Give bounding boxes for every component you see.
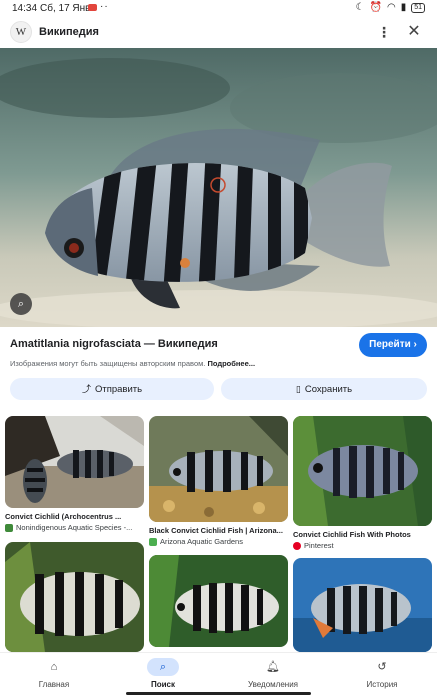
bookmark-icon: ▯ (295, 384, 301, 394)
related-image-card[interactable]: Convict Cichlid Fish With Photos Pintere… (293, 416, 432, 552)
related-thumbnail (149, 555, 288, 647)
nav-home-label: Главная (38, 680, 70, 689)
related-source-label: Nonindigenous Aquatic Species -... (16, 523, 133, 532)
main-image[interactable] (0, 48, 437, 327)
related-source: Pinterest (293, 541, 432, 550)
related-caption: Convict Cichlid Fish With Photos (293, 530, 411, 539)
result-title[interactable]: Amatitlania nigrofasciata — Википедия (10, 338, 218, 350)
wikipedia-logo-icon[interactable]: W (10, 21, 32, 43)
related-image-card[interactable] (5, 542, 144, 652)
related-image-card[interactable] (149, 555, 288, 652)
copyright-note: Изображения могут быть защищены авторски… (10, 359, 255, 368)
alarm-icon: ⏰ (369, 2, 382, 13)
save-button-label: Сохранить (304, 384, 353, 395)
nav-history[interactable]: ↺ История (342, 653, 422, 699)
nav-notifications-label: Уведомления (247, 680, 299, 689)
related-thumbnail (149, 416, 288, 522)
history-icon: ↺ (377, 661, 387, 673)
related-image-card[interactable]: Black Convict Cichlid Fish | Arizona... … (149, 416, 288, 550)
home-icon: ⌂ (50, 661, 58, 673)
battery-icon: 51 (411, 2, 425, 13)
source-favicon-icon (149, 537, 157, 546)
nav-search-label: Поиск (150, 680, 175, 689)
related-source: Arizona Aquatic Gardens (149, 537, 288, 546)
related-source-label: Pinterest (304, 541, 334, 550)
related-caption: Black Convict Cichlid Fish | Arizona... (149, 526, 283, 535)
visit-button-label: Перейти (369, 339, 411, 350)
bell-icon: 🔔︎ (266, 661, 280, 673)
visit-button[interactable]: Перейти › (359, 333, 427, 357)
related-thumbnail (5, 416, 144, 508)
related-image-card[interactable] (293, 558, 432, 652)
share-button-label: Отправить (94, 384, 143, 395)
related-caption: Convict Cichlid (Archocentrus ... (5, 512, 122, 521)
pinterest-icon (293, 541, 301, 550)
status-right: ☾ ⏰ ◠ ▮ 51 (356, 2, 425, 13)
notification-app-icon (88, 4, 97, 11)
signal-icon: ▮ (400, 2, 407, 13)
related-source: Nonindigenous Aquatic Species -... (5, 523, 144, 532)
share-button[interactable]: ⤴ Отправить (10, 378, 214, 400)
dnd-moon-icon: ☾ (355, 2, 365, 13)
notification-dots: ·· (100, 1, 109, 12)
page-title: Википедия (39, 26, 99, 38)
chevron-right-icon: › (413, 339, 417, 350)
save-button[interactable]: ▯ Сохранить (221, 378, 427, 400)
related-thumbnail (5, 542, 144, 652)
status-date: Сб, 17 Янв (40, 3, 91, 14)
header: W Википедия ⋮ ✕ (0, 16, 437, 48)
convict-cichlid-photo (0, 48, 437, 327)
related-thumbnail (293, 416, 432, 526)
related-image-card[interactable]: Convict Cichlid (Archocentrus ... Nonind… (5, 416, 144, 538)
nav-history-label: История (366, 680, 398, 689)
related-thumbnail (293, 558, 432, 652)
status-time: 14:34 (12, 3, 38, 14)
status-bar: 14:34 Сб, 17 Янв ·· ☾ ⏰ ◠ ▮ 51 (0, 0, 437, 16)
nav-home[interactable]: ⌂ Главная (14, 653, 94, 699)
gesture-home-bar[interactable] (126, 692, 311, 695)
source-favicon-icon (5, 523, 13, 532)
wifi-icon: ◠ (386, 2, 396, 13)
search-icon: ⌕ (147, 658, 179, 676)
share-icon: ⤴ (81, 384, 91, 394)
copyright-text: Изображения могут быть защищены авторски… (10, 359, 206, 368)
learn-more-link[interactable]: Подробнее... (207, 359, 255, 368)
related-source-label: Arizona Aquatic Gardens (160, 537, 243, 546)
lens-search-icon[interactable]: ⌕ (10, 293, 32, 315)
more-options-icon[interactable]: ⋮ (376, 23, 392, 41)
close-icon[interactable]: ✕ (405, 22, 423, 42)
